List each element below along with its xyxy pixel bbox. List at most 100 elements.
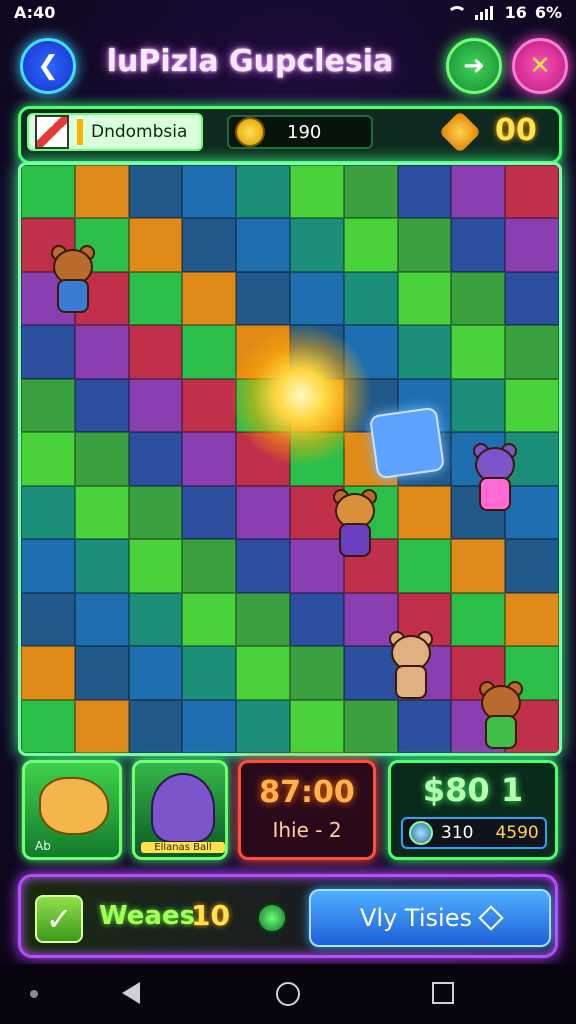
puzzle-tile[interactable] [343,165,398,219]
puzzle-tile[interactable] [21,432,75,486]
puzzle-tile[interactable] [128,325,183,379]
check-icon[interactable]: ✓ [35,895,83,943]
puzzle-tile[interactable] [74,485,129,540]
next-button[interactable]: ➜ [446,38,502,94]
puzzle-tile[interactable] [505,592,559,647]
close-button[interactable]: ✕ [512,38,568,94]
puzzle-tile[interactable] [505,165,559,219]
puzzle-tile[interactable] [74,165,129,219]
puzzle-tile[interactable] [182,378,237,433]
puzzle-tile[interactable] [289,165,344,219]
puzzle-tile[interactable] [182,271,237,326]
puzzle-tile[interactable] [289,218,344,272]
puzzle-tile[interactable] [343,271,398,326]
back-triangle-icon[interactable] [122,982,140,1004]
recents-square-icon[interactable] [432,982,454,1004]
puzzle-tile[interactable] [74,699,129,753]
puzzle-tile[interactable] [397,165,452,219]
puzzle-tile[interactable] [128,271,183,326]
puzzle-tile[interactable] [505,378,559,433]
puzzle-tile[interactable] [21,378,75,433]
puzzle-tile[interactable] [128,485,183,540]
puzzle-tile[interactable] [236,485,290,540]
puzzle-tile[interactable] [182,592,237,647]
puzzle-tile[interactable] [74,539,129,593]
puzzle-tile[interactable] [451,271,506,326]
puzzle-board[interactable] [18,162,562,756]
puzzle-tile[interactable] [128,378,183,433]
puzzle-tile[interactable] [397,699,452,753]
hamster-character[interactable] [383,631,435,699]
puzzle-tile[interactable] [182,539,237,593]
puzzle-tile[interactable] [343,699,398,753]
puzzle-tile[interactable] [451,218,506,272]
puzzle-tile[interactable] [236,539,290,593]
puzzle-tile[interactable] [505,539,559,593]
puzzle-tile[interactable] [182,646,237,700]
puzzle-tile[interactable] [21,699,75,753]
character-card-dog[interactable]: Ab [22,760,122,860]
puzzle-tile[interactable] [74,592,129,647]
puzzle-tile[interactable] [397,271,452,326]
puzzle-tile[interactable] [128,646,183,700]
puzzle-tile[interactable] [128,218,183,272]
home-circle-icon[interactable] [276,982,300,1006]
puzzle-tile[interactable] [343,218,398,272]
tiles-button[interactable]: Vly Tisies [309,889,551,947]
score-level: Ihie - 2 [272,818,342,842]
puzzle-tile[interactable] [182,218,237,272]
wolf-icon [151,773,215,843]
cat-character[interactable] [467,443,519,511]
puzzle-tile[interactable] [505,218,559,272]
bear-character[interactable] [327,489,379,557]
puzzle-tile[interactable] [236,699,290,753]
puzzle-tile[interactable] [128,165,183,219]
puzzle-tile[interactable] [182,325,237,379]
puzzle-tile[interactable] [182,699,237,753]
puzzle-tile[interactable] [128,592,183,647]
puzzle-tile[interactable] [21,539,75,593]
puzzle-tile[interactable] [128,539,183,593]
puzzle-tile[interactable] [236,646,290,700]
puzzle-tile[interactable] [451,165,506,219]
puzzle-tile[interactable] [74,646,129,700]
puzzle-tile[interactable] [21,325,75,379]
puzzle-tile[interactable] [397,325,452,379]
puzzle-tile[interactable] [289,271,344,326]
puzzle-tile[interactable] [21,165,75,219]
puzzle-tile[interactable] [236,592,290,647]
puzzle-tile[interactable] [128,699,183,753]
puzzle-tile[interactable] [182,485,237,540]
puzzle-tile[interactable] [505,325,559,379]
puzzle-tile[interactable] [236,165,290,219]
bear-character[interactable] [473,681,525,749]
puzzle-tile[interactable] [182,165,237,219]
back-button[interactable]: ❮ [20,38,76,94]
puzzle-tile[interactable] [21,592,75,647]
character-card-wolf[interactable]: Ellanas Ball [132,760,228,860]
puzzle-tile[interactable] [74,325,129,379]
puzzle-tile[interactable] [236,218,290,272]
puzzle-tile[interactable] [182,432,237,486]
puzzle-tile[interactable] [397,539,452,593]
puzzle-tile[interactable] [289,592,344,647]
player-box[interactable]: Dndombsia [27,113,203,151]
puzzle-tile[interactable] [451,539,506,593]
puzzle-tile[interactable] [21,485,75,540]
puzzle-tile[interactable] [451,378,506,433]
puzzle-tile[interactable] [289,646,344,700]
puzzle-tile[interactable] [236,271,290,326]
puzzle-tile[interactable] [505,271,559,326]
puzzle-tile[interactable] [289,699,344,753]
puzzle-tile[interactable] [397,218,452,272]
puzzle-tile[interactable] [397,485,452,540]
puzzle-tile[interactable] [74,432,129,486]
puzzle-tile[interactable] [21,646,75,700]
bear-character[interactable] [45,245,97,313]
puzzle-tile[interactable] [74,378,129,433]
puzzle-tile[interactable] [128,432,183,486]
puzzle-tile[interactable] [451,592,506,647]
puzzle-tile[interactable] [451,325,506,379]
assistant-dot-icon[interactable] [30,990,38,998]
selected-puzzle-piece[interactable] [368,406,446,480]
